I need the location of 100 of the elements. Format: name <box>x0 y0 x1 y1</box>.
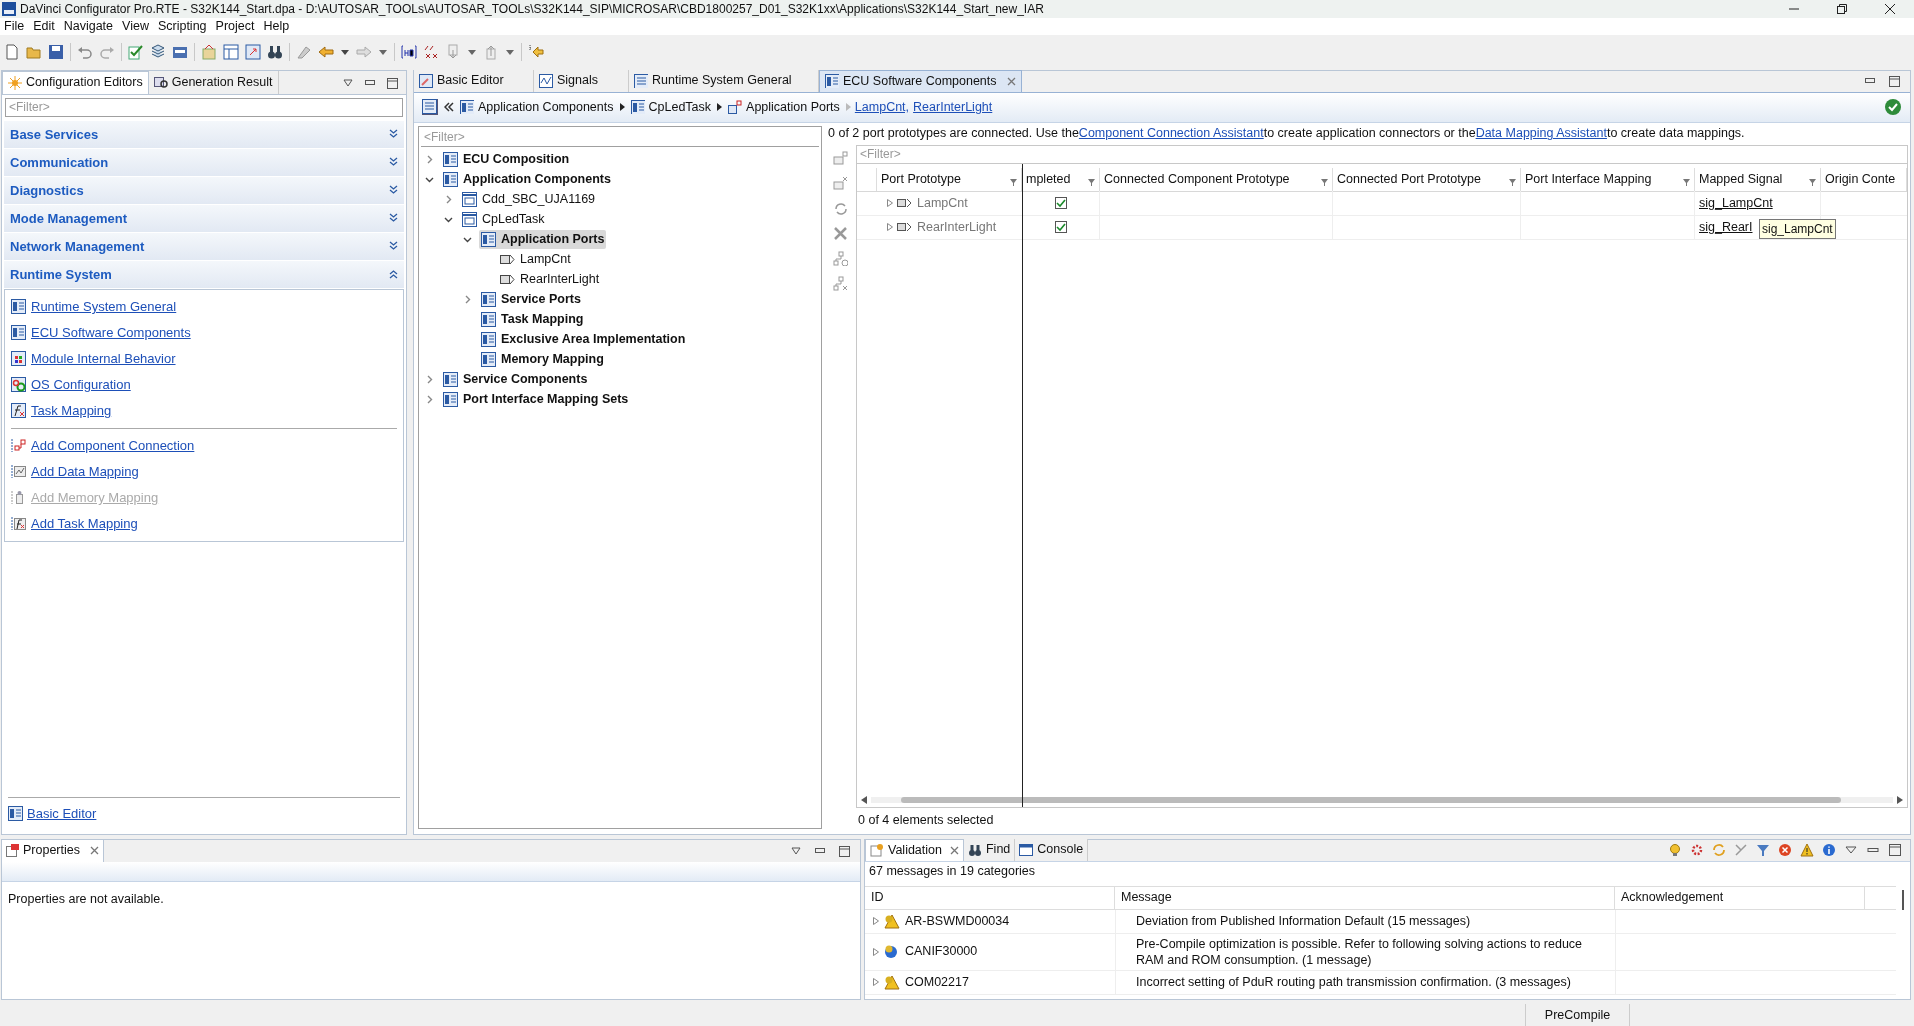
folder-icon[interactable] <box>26 44 42 61</box>
minimize-icon[interactable] <box>365 80 375 87</box>
editor-link[interactable]: ECU Software Components <box>31 323 191 343</box>
hierarchy-icon[interactable] <box>832 250 848 266</box>
column-header[interactable]: Connected Component Prototype <box>1100 167 1333 191</box>
delete-icon[interactable] <box>832 225 848 241</box>
assistant-link[interactable]: Data Mapping Assistant <box>1475 124 1607 144</box>
editor-link[interactable]: Add Component Connection <box>31 436 195 456</box>
filter-field[interactable]: <Filter> <box>421 128 819 147</box>
editor-link[interactable]: Runtime System General <box>31 297 177 317</box>
menu-item[interactable]: Project <box>211 17 259 36</box>
expand-icon[interactable] <box>389 185 398 196</box>
minimize-icon[interactable] <box>1865 78 1875 85</box>
expand-icon[interactable] <box>389 157 398 168</box>
maximize-icon[interactable] <box>387 77 398 89</box>
tree-item[interactable]: RearInterLight <box>498 270 602 290</box>
section-header[interactable]: Diagnostics <box>4 176 404 205</box>
tree-item[interactable]: Exclusive Area Implementation <box>479 330 688 350</box>
view-menu-icon[interactable] <box>343 79 353 88</box>
column-header[interactable]: Message <box>1115 886 1615 909</box>
chevron-right-icon[interactable] <box>425 395 434 405</box>
tree-item[interactable]: ECU Composition <box>441 150 572 170</box>
tab[interactable]: Console <box>1015 838 1089 861</box>
table-icon[interactable] <box>223 44 239 61</box>
filter-icon[interactable] <box>1683 178 1690 186</box>
breadcrumb-item[interactable]: CpLedTask <box>630 98 712 117</box>
dropdown-icon[interactable] <box>340 48 350 57</box>
column-header[interactable]: Connected Port Prototype <box>1333 167 1521 191</box>
tab[interactable]: Signals <box>534 69 629 92</box>
tree-item[interactable]: Application Ports <box>479 230 607 250</box>
back-arrow-icon[interactable] <box>318 44 334 61</box>
database-icon[interactable] <box>172 44 188 61</box>
breadcrumb-link[interactable]: RearInterLight <box>913 98 993 117</box>
view-menu-icon[interactable] <box>791 847 801 856</box>
restore-icon[interactable] <box>1836 3 1848 15</box>
tree-item[interactable]: Service Ports <box>479 290 583 310</box>
chevron-down-icon[interactable] <box>425 175 434 185</box>
tree-item[interactable]: Memory Mapping <box>479 350 606 370</box>
editor-link[interactable]: OS Configuration <box>31 375 131 395</box>
hex-icon[interactable] <box>401 44 417 61</box>
expand-icon[interactable] <box>389 241 398 252</box>
dropdown-icon[interactable] <box>467 48 477 57</box>
column-header[interactable]: Mapped Signal <box>1695 167 1821 191</box>
section-header[interactable]: Network Management <box>4 232 404 261</box>
chevron-right-icon[interactable] <box>425 375 434 385</box>
editor-link[interactable]: Task Mapping <box>31 401 112 421</box>
filter-icon[interactable] <box>1509 178 1516 186</box>
column-header[interactable]: Port Interface Mapping <box>1521 167 1695 191</box>
expand-icon[interactable] <box>389 213 398 224</box>
checkbox[interactable] <box>1054 197 1067 210</box>
validate-icon[interactable] <box>128 44 144 61</box>
menu-item[interactable]: Navigate <box>59 17 118 36</box>
package-icon[interactable] <box>201 44 217 61</box>
editor-link[interactable]: Add Task Mapping <box>31 514 138 534</box>
signal-link[interactable]: sig_RearI <box>1699 218 1753 237</box>
expand-icon[interactable] <box>389 129 398 140</box>
chevron-right-icon[interactable] <box>425 155 434 165</box>
maximize-icon[interactable] <box>839 845 850 857</box>
remove-connector-icon[interactable] <box>832 175 848 191</box>
expand-arrow-icon[interactable] <box>887 223 893 232</box>
tree-item[interactable]: Service Components <box>441 370 590 390</box>
section-header[interactable]: Runtime System <box>4 260 404 289</box>
expand-arrow-icon[interactable] <box>873 947 879 956</box>
editor-link[interactable]: Module Internal Behavior <box>31 349 176 369</box>
tab[interactable]: Runtime System General <box>629 69 819 92</box>
maximize-icon[interactable] <box>1889 75 1900 87</box>
close-icon[interactable] <box>1884 3 1896 15</box>
tab[interactable]: Basic Editor <box>414 69 534 92</box>
tab[interactable]: Configuration Editors <box>2 70 149 94</box>
collapse-icon[interactable] <box>389 269 398 280</box>
filter-field[interactable]: <Filter> <box>857 145 1907 164</box>
editor-icon[interactable] <box>422 99 438 116</box>
chevron-down-icon[interactable] <box>463 235 472 245</box>
tree-item[interactable]: Cdd_SBC_UJA1169 <box>460 190 598 210</box>
basic-editor-link[interactable]: Basic Editor <box>27 804 97 824</box>
hierarchy-icon[interactable] <box>832 275 848 291</box>
chevron-right-icon[interactable] <box>444 195 453 205</box>
column-header[interactable]: Origin Conte <box>1821 167 1907 191</box>
menu-item[interactable]: View <box>118 17 153 36</box>
expand-arrow-icon[interactable] <box>887 199 893 208</box>
lightbulb-icon[interactable] <box>1668 842 1682 857</box>
undo-icon[interactable] <box>77 44 93 61</box>
expand-arrow-icon[interactable] <box>873 978 879 987</box>
tree-item[interactable]: Port Interface Mapping Sets <box>441 390 631 410</box>
error-icon[interactable] <box>1778 842 1792 857</box>
tab[interactable]: Validation <box>865 838 964 861</box>
section-header[interactable]: Base Services <box>4 120 404 149</box>
signal-link[interactable]: sig_LampCnt <box>1699 194 1773 213</box>
tree-item[interactable]: Task Mapping <box>479 310 586 330</box>
binoculars-icon[interactable] <box>267 44 283 61</box>
tab[interactable]: Find <box>964 838 1016 861</box>
filter-icon[interactable] <box>1321 178 1328 186</box>
refresh-icon[interactable] <box>832 200 848 216</box>
tree-item[interactable]: Application Components <box>441 170 613 190</box>
column-header[interactable]: Acknowledgement <box>1615 886 1865 909</box>
breadcrumb-item[interactable]: Application Components <box>460 98 614 117</box>
warning-icon[interactable] <box>1800 842 1814 857</box>
tab[interactable]: ECU Software Components <box>819 69 1022 92</box>
minimize-icon[interactable] <box>815 848 825 855</box>
column-header[interactable]: ID <box>865 886 1115 909</box>
